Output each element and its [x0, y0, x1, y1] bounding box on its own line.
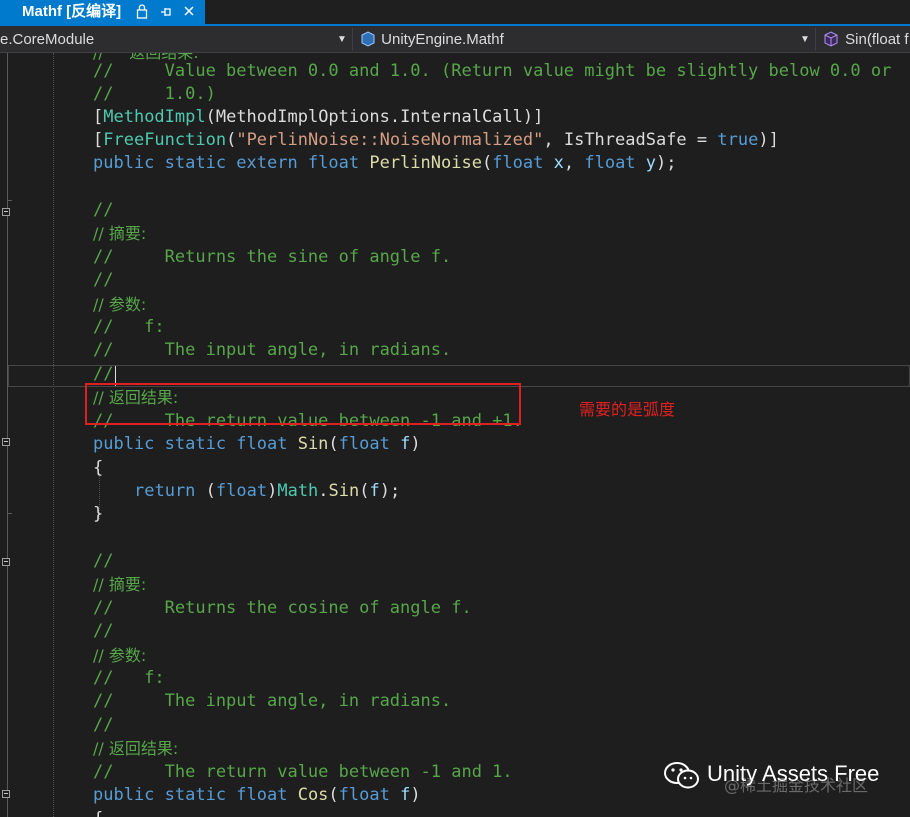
collapse-toggle[interactable]: [2, 790, 10, 798]
collapse-toggle[interactable]: [2, 208, 10, 216]
class-icon: [361, 31, 375, 47]
code-line-declaration: public static extern float PerlinNoise(f…: [93, 153, 677, 173]
outlining-margin: [7, 53, 8, 817]
document-tab-mathf[interactable]: Mathf [反编译]: [0, 0, 205, 24]
project-dropdown-value: e.CoreModule: [0, 31, 95, 48]
code-line-comment: //: [93, 200, 114, 220]
code-line-comment: //: [93, 715, 114, 735]
code-line-attribute: [MethodImpl(MethodImplOptions.InternalCa…: [93, 107, 544, 127]
code-line-comment: // The return value between -1 and 1.: [93, 762, 513, 782]
document-tab-bar: Mathf [反编译]: [0, 0, 910, 26]
code-line-comment: // 参数:: [93, 646, 147, 665]
code-line-brace: {: [93, 808, 103, 817]
project-dropdown[interactable]: e.CoreModule: [0, 29, 330, 50]
code-line-comment: // 1.0.): [93, 84, 216, 104]
annotation-note: 需要的是弧度: [579, 400, 676, 419]
outline-tick: [7, 200, 12, 201]
outline-tick: [7, 513, 12, 514]
code-editor[interactable]: // 返回结果: // Value between 0.0 and 1.0. (…: [0, 53, 910, 817]
chevron-down-icon[interactable]: ▼: [337, 30, 347, 50]
code-line-comment: //: [93, 621, 114, 641]
chevron-down-icon[interactable]: ▼: [800, 30, 810, 50]
code-line-statement: return (float)Math.Sin(f);: [134, 481, 401, 501]
code-line-comment: // Value between 0.0 and 1.0. (Return va…: [93, 61, 892, 81]
collapse-toggle[interactable]: [2, 438, 10, 446]
code-line-attribute: [FreeFunction("PerlinNoise::NoiseNormali…: [93, 130, 779, 150]
code-line-comment: // 摘要:: [93, 575, 147, 594]
code-line-declaration: public static float Sin(float f): [93, 434, 421, 454]
type-dropdown[interactable]: UnityEngine.Mathf: [359, 29, 794, 50]
code-line-comment: // The input angle, in radians.: [93, 340, 452, 360]
tab-title: Mathf [反编译]: [22, 3, 122, 20]
wechat-icon: [664, 762, 699, 789]
code-line-comment: // 参数:: [93, 295, 147, 314]
code-line-declaration: public static float Cos(float f): [93, 785, 421, 805]
navbar-divider: [352, 28, 353, 51]
type-dropdown-value: UnityEngine.Mathf: [381, 31, 504, 48]
watermark-name: Unity Assets Free: [707, 761, 880, 786]
code-line-comment: // Returns the cosine of angle f.: [93, 598, 472, 618]
code-line-comment: //: [93, 551, 114, 571]
code-line-comment: // 返回结果:: [93, 739, 179, 758]
code-line-comment: // f:: [93, 668, 165, 688]
code-line-comment: //: [93, 270, 114, 290]
method-cube-icon: [824, 31, 838, 47]
code-line-comment: // f:: [93, 317, 165, 337]
code-line-comment: // Returns the sine of angle f.: [93, 247, 452, 267]
code-line-brace: {: [93, 458, 104, 478]
member-dropdown-value: Sin(float f: [845, 31, 909, 48]
code-line-comment: // The input angle, in radians.: [93, 691, 452, 711]
collapse-toggle[interactable]: [2, 558, 10, 566]
indent-guide: [53, 53, 54, 817]
annotation-highlight-box: [85, 383, 521, 425]
member-dropdown[interactable]: Sin(float f: [821, 29, 910, 50]
navigation-bar: e.CoreModule ▼ UnityEngine.Mathf ▼ Sin(f…: [0, 26, 910, 53]
code-line-brace: }: [93, 504, 104, 524]
navbar-divider: [815, 28, 816, 51]
code-line-comment: // 摘要:: [93, 224, 147, 243]
